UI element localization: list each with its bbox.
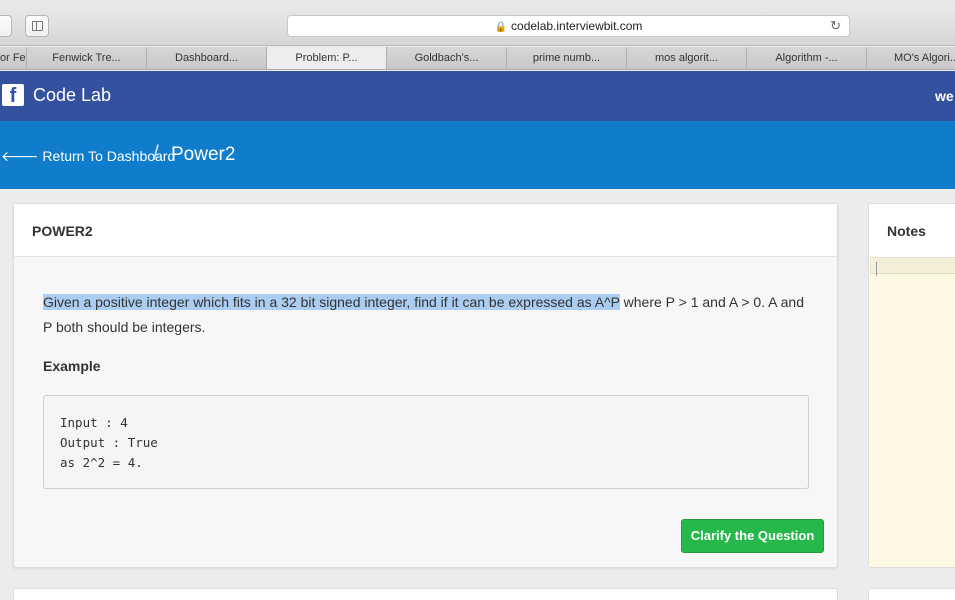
- site-header: f Code Lab we: [0, 71, 955, 121]
- return-to-dashboard-link[interactable]: 🡐 Return To Dashboard: [1, 148, 175, 165]
- selected-text: Given a positive integer which fits in a…: [43, 294, 620, 310]
- notes-toolbar: [870, 258, 955, 274]
- tab[interactable]: mos algorit...: [627, 47, 747, 69]
- text-cursor: [876, 262, 877, 276]
- tab[interactable]: Dashboard...: [147, 47, 267, 69]
- problem-card: POWER2 Given a positive integer which fi…: [13, 203, 838, 568]
- lock-icon: 🔒: [494, 22, 508, 33]
- facebook-logo-icon: f: [2, 84, 24, 107]
- reload-icon[interactable]: ↻: [830, 16, 841, 36]
- tab[interactable]: MO's Algori...: [867, 47, 955, 69]
- url-text: codelab.interviewbit.com: [511, 19, 643, 33]
- problem-statement: Given a positive integer which fits in a…: [43, 290, 813, 340]
- page-title: Power2: [171, 144, 236, 165]
- welcome-text[interactable]: we: [935, 88, 954, 104]
- notes-textarea[interactable]: [870, 257, 955, 567]
- notes-next-card: [868, 588, 955, 600]
- notes-title: Notes: [887, 223, 926, 239]
- tab[interactable]: or Fe: [0, 47, 27, 69]
- example-code-block: Input : 4 Output : True as 2^2 = 4.: [43, 395, 809, 489]
- address-bar[interactable]: 🔒 codelab.interviewbit.com ↻: [287, 15, 850, 37]
- brand-name[interactable]: Code Lab: [33, 85, 111, 106]
- problem-title: POWER2: [32, 223, 93, 239]
- example-heading: Example: [43, 358, 101, 374]
- notes-panel: Notes: [868, 203, 955, 568]
- next-card: [13, 588, 838, 600]
- tab[interactable]: Algorithm -...: [747, 47, 867, 69]
- browser-toolbar: 🔒 codelab.interviewbit.com ↻: [0, 6, 955, 46]
- sidebar-icon: [32, 21, 43, 31]
- tab[interactable]: Fenwick Tre...: [27, 47, 147, 69]
- problem-card-header: POWER2: [14, 204, 837, 257]
- breadcrumb: 🡐 Return To Dashboard / Power2: [0, 121, 955, 189]
- back-button[interactable]: [0, 15, 12, 37]
- tab-active[interactable]: Problem: P...: [267, 47, 387, 69]
- clarify-question-button[interactable]: Clarify the Question: [681, 519, 824, 553]
- tab[interactable]: Goldbach's...: [387, 47, 507, 69]
- tab-bar: or Fe Fenwick Tre... Dashboard... Proble…: [0, 47, 955, 70]
- sidebar-toggle-button[interactable]: [25, 15, 49, 37]
- breadcrumb-separator: /: [153, 142, 159, 165]
- tab[interactable]: prime numb...: [507, 47, 627, 69]
